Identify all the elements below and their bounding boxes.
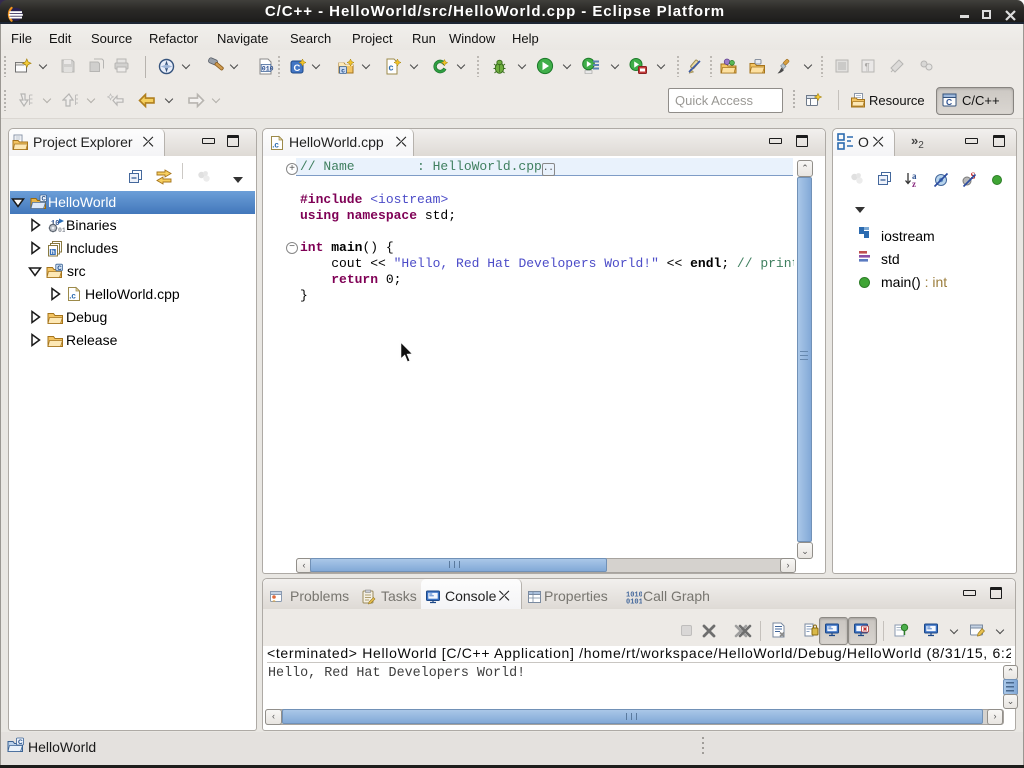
svg-text:C: C <box>18 739 23 746</box>
svg-text:h: h <box>51 249 55 256</box>
svg-text:010: 010 <box>262 65 274 72</box>
svg-text:0101: 0101 <box>626 599 642 606</box>
svg-text:C: C <box>946 97 952 107</box>
svg-text:C: C <box>42 197 47 203</box>
svg-text:.c: .c <box>69 292 76 301</box>
svg-text:C: C <box>294 63 301 74</box>
svg-text:z: z <box>912 179 916 188</box>
svg-text:C: C <box>57 265 62 272</box>
svg-text:01: 01 <box>58 227 65 234</box>
svg-text:c: c <box>389 63 394 73</box>
svg-text:.c: .c <box>272 141 279 150</box>
svg-text:¶: ¶ <box>865 62 870 73</box>
svg-text:c: c <box>341 68 345 75</box>
